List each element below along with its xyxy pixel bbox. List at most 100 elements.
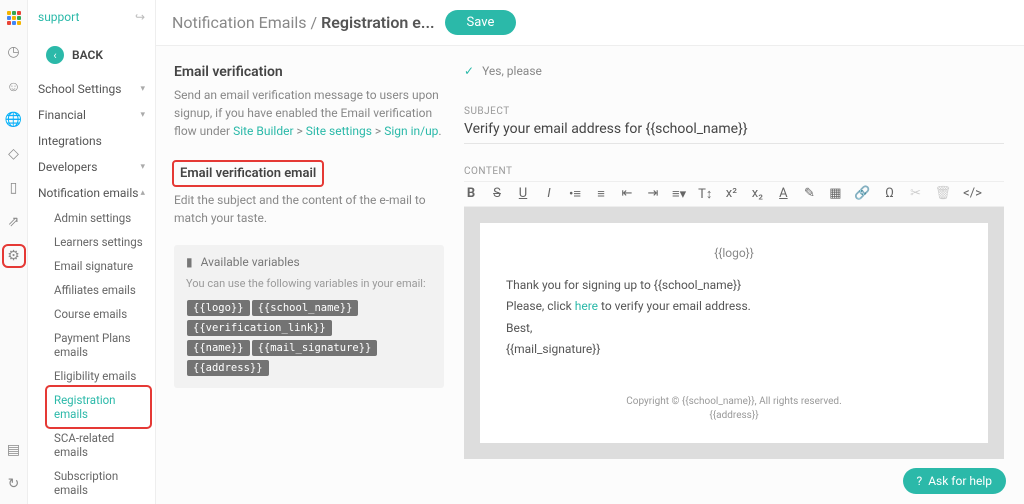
back-arrow-icon: ‹ [46,46,64,64]
align-icon[interactable]: ≡▾ [672,186,686,202]
rail-globe-icon[interactable]: 🌐 [6,112,22,128]
image-icon[interactable]: ▦ [828,186,842,202]
var-tag[interactable]: {{mail_signature}} [252,340,378,356]
body-logo: {{logo}} [506,243,962,265]
rail-users-icon[interactable]: ☺ [6,78,22,94]
breadcrumb: Notification Emails / Registration e... [172,13,435,32]
sidebar-item-email-signature[interactable]: Email signature [48,254,155,278]
subscript-icon[interactable]: x₂ [750,186,764,202]
yes-please-label: Yes, please [482,64,542,78]
vars-list: {{logo}}{{school_name}} {{verification_li… [186,298,432,378]
rail-settings-icon[interactable]: ⚙ [6,248,22,264]
check-icon: ✓ [464,64,474,78]
sidebar-item-course-emails[interactable]: Course emails [48,302,155,326]
body-footer: Copyright © {{school_name}}, All rights … [506,395,962,423]
ordered-list-icon[interactable]: ≡ [594,186,608,202]
email-verification-email-desc: Edit the subject and the content of the … [174,191,444,227]
sidebar-item-subscription-emails[interactable]: Subscription emails [48,464,155,502]
save-button[interactable]: Save [445,10,517,35]
sidebar-item-payment-plans-emails[interactable]: Payment Plans emails [48,326,155,364]
ask-help-label: Ask for help [928,474,992,488]
rail-chart-icon[interactable]: ⇗ [6,214,22,230]
help-icon: ? [917,474,923,488]
subject-input[interactable]: Verify your email address for {{school_n… [464,121,1004,144]
top-bar: Notification Emails / Registration e... … [156,0,1024,46]
sidebar-item-notification-emails[interactable]: Notification emails▴ [28,180,155,206]
link-icon[interactable]: 🔗 [854,186,870,202]
back-label: BACK [72,48,103,62]
right-column: ✓ Yes, please SUBJECT Verify your email … [456,46,1024,504]
link-sign-in-up[interactable]: Sign in/up [384,124,438,138]
main-area: Notification Emails / Registration e... … [156,0,1024,504]
sidebar-item-school-settings[interactable]: School Settings▾ [28,76,155,102]
sidebar-item-learners-settings[interactable]: Learners settings [48,230,155,254]
vars-title: Available variables [201,255,300,269]
editor-wrapper: {{logo}} Thank you for signing up to {{s… [464,207,1004,459]
outdent-icon[interactable]: ⇤ [620,186,634,202]
sidebar-item-financial[interactable]: Financial▾ [28,102,155,128]
underline-icon[interactable]: U [516,186,530,202]
breadcrumb-parent[interactable]: Notification Emails [172,13,307,32]
chevron-up-icon: ▴ [140,188,145,198]
support-row: support ↪ [28,6,155,28]
body-line-1: Thank you for signing up to {{school_nam… [506,275,962,297]
back-button[interactable]: ‹ BACK [36,42,147,68]
indent-icon[interactable]: ⇥ [646,186,660,202]
text-color-icon[interactable]: A [776,186,790,202]
email-verification-desc: Send an email verification message to us… [174,86,444,140]
link-site-builder[interactable]: Site Builder [233,124,293,138]
sidebar-item-admin-settings[interactable]: Admin settings [48,206,155,230]
icon-rail: ◷ ☺ 🌐 ◇ ▯ ⇗ ⚙ ▤ ↻ [0,0,28,504]
rail-clock-icon[interactable]: ◷ [6,44,22,60]
info-icon: ▮ [186,255,193,269]
chevron-down-icon: ▾ [140,84,145,94]
breadcrumb-current: Registration e... [321,13,434,32]
superscript-icon[interactable]: x² [724,186,738,202]
var-tag[interactable]: {{address}} [187,360,269,376]
editor-toolbar: B S U I •≡ ≡ ⇤ ⇥ ≡▾ T↕ x² x₂ A ✎ ▦ 🔗 Ω [464,181,1004,207]
content-label: CONTENT [464,166,1004,177]
chevron-down-icon: ▾ [140,110,145,120]
edit-icon[interactable]: ✎ [802,186,816,202]
bold-icon[interactable]: B [464,186,478,202]
sidebar-item-sca-related-emails[interactable]: SCA-related emails [48,426,155,464]
var-tag[interactable]: {{name}} [187,340,250,356]
logout-icon[interactable]: ↪ [135,10,145,24]
var-tag[interactable]: {{school_name}} [252,300,359,316]
link-site-settings[interactable]: Site settings [306,124,372,138]
var-tag[interactable]: {{verification_link}} [187,320,332,336]
body-line-2: Please, click here to verify your email … [506,296,962,318]
subject-label: SUBJECT [464,106,1004,117]
sidebar: support ↪ ‹ BACK School Settings▾ Financ… [28,0,156,504]
enable-toggle-row[interactable]: ✓ Yes, please [464,64,1004,78]
rail-clipboard-icon[interactable]: ▤ [6,442,22,458]
bullet-list-icon[interactable]: •≡ [568,186,582,202]
email-body-editor[interactable]: {{logo}} Thank you for signing up to {{s… [480,223,988,443]
font-size-icon[interactable]: T↕ [698,186,712,202]
logo-icon[interactable] [6,10,22,26]
ask-for-help-button[interactable]: ? Ask for help [903,468,1006,494]
left-column: Email verification Send an email verific… [156,46,456,504]
sidebar-item-developers[interactable]: Developers▾ [28,154,155,180]
email-verification-email-title: Email verification email [174,162,322,185]
var-tag[interactable]: {{logo}} [187,300,250,316]
rail-refresh-icon[interactable]: ↻ [6,476,22,492]
email-verification-title: Email verification [174,64,444,80]
omega-icon[interactable]: Ω [883,186,897,202]
support-label: support [38,10,79,24]
sidebar-item-registration-emails[interactable]: Registration emails [48,388,149,426]
sidebar-item-affiliates-emails[interactable]: Affiliates emails [48,278,155,302]
sidebar-item-eligibility-emails[interactable]: Eligibility emails [48,364,155,388]
code-icon[interactable]: </> [963,186,982,202]
italic-icon[interactable]: I [542,186,556,202]
body-line-3: Best, [506,318,962,340]
cut-icon[interactable]: ✂ [909,186,923,202]
rail-phone-icon[interactable]: ▯ [6,180,22,196]
rail-tag-icon[interactable]: ◇ [6,146,22,162]
vars-desc: You can use the following variables in y… [186,277,432,290]
sidebar-item-integrations[interactable]: Integrations [28,128,155,154]
chevron-down-icon: ▾ [140,162,145,172]
body-verify-link[interactable]: here [575,299,598,313]
strike-icon[interactable]: S [490,186,504,202]
trash-icon[interactable]: 🗑 [935,186,952,202]
